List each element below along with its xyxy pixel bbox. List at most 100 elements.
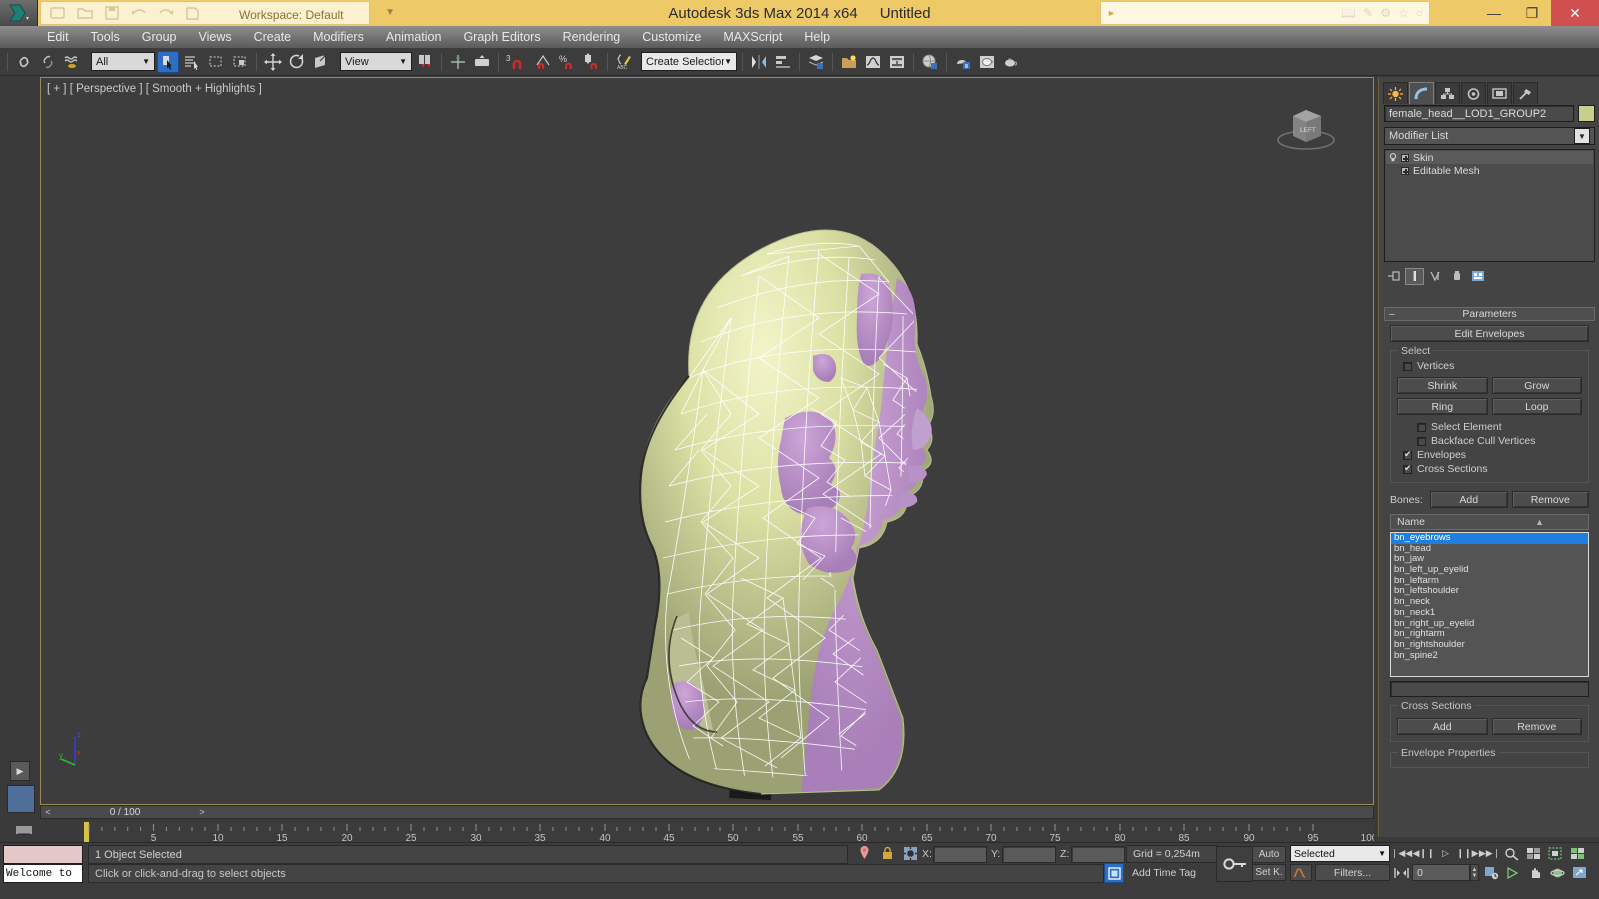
menu-item-create[interactable]: Create	[243, 28, 303, 46]
viewport-frame-slider[interactable]: < 0 / 100 >	[40, 805, 1374, 819]
previous-frame-button[interactable]: ◀❙❙	[1413, 845, 1435, 862]
menu-item-edit[interactable]: Edit	[36, 28, 80, 46]
modifier-stack-item-editable-mesh[interactable]: Editable Mesh	[1386, 164, 1593, 177]
mirror-button[interactable]	[748, 51, 770, 73]
application-menu-button[interactable]	[0, 0, 38, 26]
next-frame-button[interactable]: ❙❙▶	[1457, 845, 1479, 862]
pin-stack-button[interactable]	[1384, 268, 1403, 285]
track-bar-icon[interactable]	[14, 822, 34, 843]
modifier-stack[interactable]: Skin Editable Mesh	[1384, 149, 1595, 262]
bone-list[interactable]: bn_eyebrows bn_head bn_jaw bn_left_up_ey…	[1390, 532, 1589, 677]
chevron-down-icon[interactable]: ▼	[1378, 849, 1386, 858]
y-coordinate-field[interactable]	[1002, 846, 1056, 863]
model-3d-head[interactable]	[41, 78, 1375, 806]
shrink-button[interactable]: Shrink	[1397, 377, 1488, 394]
key-mode-toggle-button[interactable]	[1216, 846, 1253, 882]
reference-coordinate-combo[interactable]: View ▼	[340, 52, 412, 71]
render-production-button[interactable]	[1000, 51, 1022, 73]
bones-remove-button[interactable]: Remove	[1511, 491, 1589, 508]
select-by-name-button[interactable]	[181, 51, 203, 73]
pin-icon[interactable]	[856, 845, 872, 861]
menu-item-customize[interactable]: Customize	[631, 28, 712, 46]
z-coordinate-field[interactable]	[1071, 846, 1125, 863]
edit-envelopes-button[interactable]: Edit Envelopes	[1390, 325, 1589, 342]
parameter-curve-out-of-range-button[interactable]	[1290, 864, 1312, 881]
new-scene-icon[interactable]	[49, 4, 67, 22]
named-selection-sets-combo[interactable]: Create Selection S ▼	[641, 52, 737, 71]
rectangular-selection-region-button[interactable]	[205, 51, 227, 73]
track-bar-ruler[interactable]: 5 10 15 20 25 30 35 40 45 50 55 60 65 70…	[84, 822, 1374, 842]
filters-button[interactable]: Filters...	[1315, 864, 1390, 881]
restore-button[interactable]: ❐	[1513, 0, 1551, 26]
material-editor-button[interactable]	[919, 51, 941, 73]
layer-manager-button[interactable]	[805, 51, 827, 73]
zoom-region-button[interactable]	[1504, 864, 1523, 881]
grow-button[interactable]: Grow	[1491, 377, 1582, 394]
schematic-view-button[interactable]	[886, 51, 908, 73]
use-pivot-point-center-button[interactable]	[414, 51, 436, 73]
key-step-button[interactable]	[1392, 864, 1411, 881]
object-color-swatch[interactable]	[1578, 105, 1595, 122]
chevron-down-icon[interactable]: ▼	[385, 7, 395, 18]
backface-cull-checkbox-row[interactable]: Backface Cull Vertices	[1417, 434, 1582, 448]
absolute-relative-transform-icon[interactable]	[902, 845, 918, 861]
key-filter-combo[interactable]: Selected ▼	[1290, 845, 1390, 862]
frame-spinner[interactable]: ▲ ▼	[1470, 864, 1479, 881]
help-book-icon[interactable]: 📖	[1341, 6, 1356, 20]
play-animation-button[interactable]: ▷	[1436, 845, 1455, 862]
zoom-all-button[interactable]	[1524, 845, 1543, 862]
envelopes-checkbox[interactable]	[1403, 449, 1412, 460]
menu-item-graph-editors[interactable]: Graph Editors	[452, 28, 551, 46]
selection-filter-combo[interactable]: All ▼	[91, 52, 155, 71]
unlink-selection-button[interactable]	[37, 51, 59, 73]
sort-ascending-icon[interactable]: ▲	[1535, 517, 1544, 527]
expand-stack-icon[interactable]	[1401, 166, 1409, 175]
perspective-viewport[interactable]: [ + ] [ Perspective ] [ Smooth + Highlig…	[40, 77, 1374, 805]
infocenter-search[interactable]: ► 📖 ✎ ⚙ ☆ ○	[1100, 1, 1430, 25]
redo-icon[interactable]	[157, 4, 175, 22]
communication-icon[interactable]: ⚙	[1380, 6, 1391, 20]
select-and-rotate-button[interactable]	[286, 51, 308, 73]
spinner-down-icon[interactable]: ▼	[1472, 873, 1478, 879]
parameters-rollout-header[interactable]: – Parameters	[1384, 307, 1595, 321]
menu-item-animation[interactable]: Animation	[375, 28, 453, 46]
orbit-button[interactable]	[1548, 864, 1567, 881]
list-item[interactable]: bn_rightshoulder	[1391, 639, 1588, 651]
menu-item-group[interactable]: Group	[131, 28, 188, 46]
previous-frame-button[interactable]: <	[41, 807, 55, 817]
toggle-scene-explorer-button[interactable]	[838, 51, 860, 73]
expand-stack-icon[interactable]	[1401, 153, 1409, 162]
cross-sections-checkbox-row[interactable]: Cross Sections	[1403, 462, 1582, 476]
create-tab[interactable]	[1383, 82, 1408, 104]
remove-modifier-button[interactable]	[1447, 268, 1466, 285]
select-element-checkbox-row[interactable]: Select Element	[1417, 420, 1582, 434]
maximize-viewport-toggle-button[interactable]	[1570, 864, 1589, 881]
minimize-button[interactable]: —	[1475, 0, 1513, 26]
open-file-icon[interactable]	[76, 4, 94, 22]
motion-tab[interactable]	[1461, 82, 1486, 104]
bind-to-space-warp-button[interactable]	[61, 51, 83, 73]
display-tab[interactable]	[1487, 82, 1512, 104]
x-coordinate-field[interactable]	[933, 846, 987, 863]
list-item[interactable]: bn_spine2	[1391, 650, 1588, 662]
project-folder-icon[interactable]	[184, 4, 202, 22]
chevron-down-icon[interactable]: ▼	[724, 57, 732, 66]
menu-item-views[interactable]: Views	[187, 28, 242, 46]
configure-modifier-sets-button[interactable]	[1468, 268, 1487, 285]
close-button[interactable]: ✕	[1551, 0, 1599, 26]
pan-view-button[interactable]	[1526, 864, 1545, 881]
time-tag-button[interactable]	[1104, 863, 1124, 883]
utilities-tab[interactable]	[1513, 82, 1538, 104]
subscription-icon[interactable]: ✎	[1363, 6, 1373, 20]
list-item[interactable]: bn_neck1	[1391, 607, 1588, 619]
quick-access-toolbar[interactable]: Workspace: Default ▼	[40, 1, 395, 25]
select-and-link-button[interactable]	[13, 51, 35, 73]
zoom-extents-button[interactable]	[1546, 845, 1565, 862]
loop-button[interactable]: Loop	[1491, 398, 1582, 415]
add-time-tag-label[interactable]: Add Time Tag	[1126, 864, 1196, 882]
vertices-checkbox[interactable]	[1403, 361, 1412, 371]
bone-list-header[interactable]: Name ▲	[1390, 514, 1589, 530]
angle-snap-toggle-button[interactable]	[532, 51, 554, 73]
time-configuration-button[interactable]	[1482, 864, 1501, 881]
go-to-end-button[interactable]: ▶▶❘	[1479, 845, 1500, 862]
